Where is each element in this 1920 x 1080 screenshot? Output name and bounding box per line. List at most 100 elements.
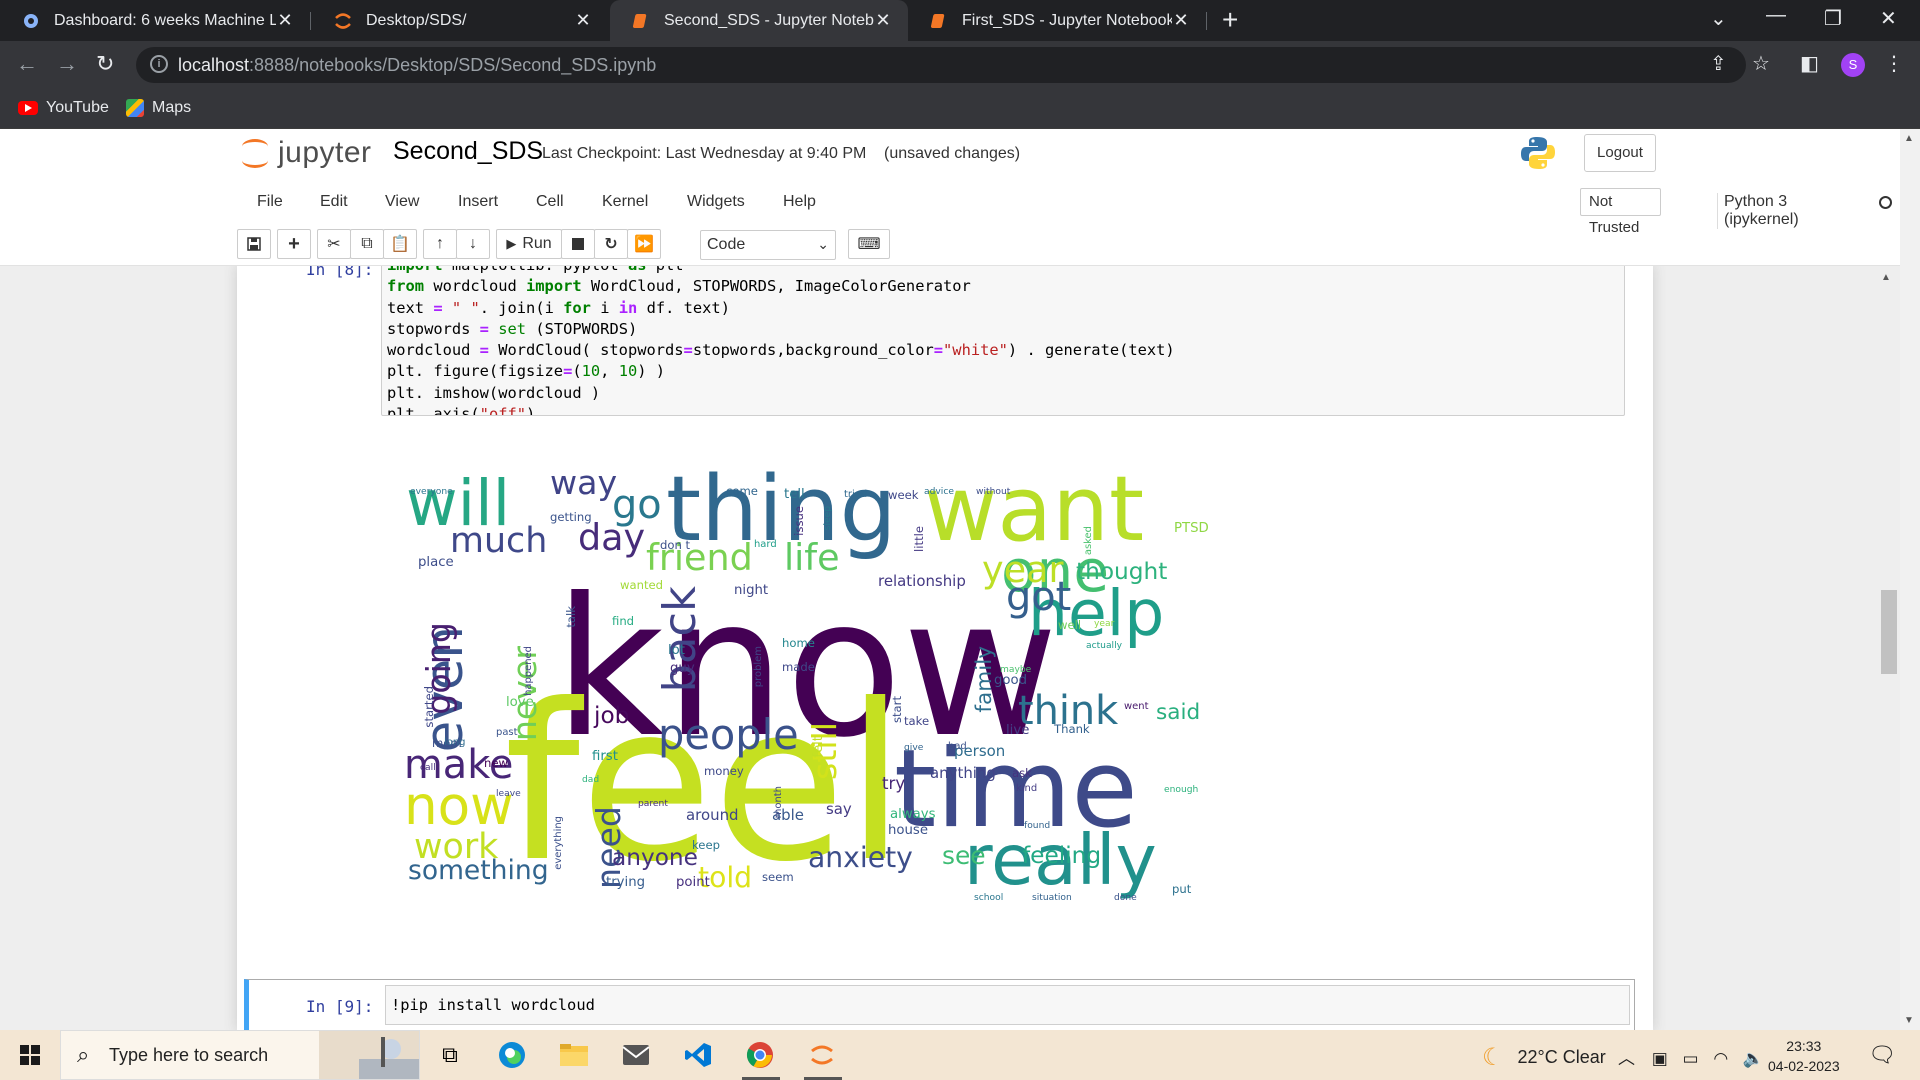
bookmark-youtube[interactable]: YouTube [18, 99, 109, 117]
code-editor[interactable]: !pip install wordcloud [386, 986, 1629, 1016]
info-icon[interactable]: i [150, 55, 168, 73]
insert-cell-plus-icon[interactable]: + [277, 229, 311, 259]
tab-desktop-sds[interactable]: Desktop/SDS/ ✕ [312, 0, 608, 41]
stop-square-icon[interactable] [561, 229, 595, 259]
wordcloud-word: bad [948, 741, 967, 752]
tab-title: Second_SDS - Jupyter Notebook [664, 11, 874, 29]
back-arrow-icon[interactable]: ← [16, 51, 38, 77]
reload-icon[interactable]: ↻ [96, 51, 114, 77]
wifi-icon[interactable]: ◠ [1713, 1049, 1728, 1068]
wordcloud-word: hard [754, 539, 777, 550]
menu-view[interactable]: View [385, 193, 419, 211]
cut-scissors-icon[interactable]: ✂ [317, 229, 351, 259]
scrollbar-thumb[interactable] [1881, 590, 1897, 674]
side-panel-icon[interactable]: ◧ [1800, 51, 1819, 76]
code-cell-selected[interactable]: In [9]: !pip install wordcloud [244, 979, 1635, 1033]
wordcloud-word: found [1024, 821, 1051, 831]
jupyter-app-icon[interactable] [806, 1040, 838, 1070]
not-trusted-indicator[interactable]: Not Trusted [1580, 188, 1661, 236]
code-cell-input[interactable]: !pip install wordcloud [385, 985, 1630, 1025]
menu-help[interactable]: Help [783, 193, 816, 211]
wordcloud-word: people [658, 710, 799, 759]
tab-title: Dashboard: 6 weeks Machine Lea [54, 11, 276, 29]
volume-icon[interactable]: 🔈 [1743, 1049, 1764, 1068]
taskbar-clock[interactable]: 23:33 04-02-2023 [1768, 1036, 1840, 1076]
code-line: plt. imshow(wordcloud ) [387, 383, 601, 402]
chrome-browser-icon[interactable] [744, 1040, 776, 1070]
profile-avatar[interactable]: S [1841, 53, 1865, 77]
fast-forward-icon[interactable]: ⏩ [627, 229, 661, 259]
jupyter-logo[interactable]: jupyter [240, 135, 372, 171]
new-tab-plus-icon[interactable]: + [1222, 4, 1238, 36]
wordcloud-word: start [890, 696, 904, 724]
scroll-up-arrow-icon[interactable]: ▲ [1904, 133, 1914, 144]
close-icon[interactable]: ✕ [1172, 10, 1190, 31]
move-down-arrow-icon[interactable]: ↓ [456, 229, 490, 259]
python-logo-icon [1521, 137, 1555, 169]
menu-cell[interactable]: Cell [536, 193, 564, 211]
restart-kernel-icon[interactable]: ↻ [594, 229, 628, 259]
url-text[interactable]: localhost:8888/notebooks/Desktop/SDS/Sec… [178, 55, 656, 76]
menu-kernel[interactable]: Kernel [602, 193, 648, 211]
close-icon[interactable]: ✕ [276, 10, 294, 31]
run-button[interactable]: ▶ Run [496, 229, 562, 259]
notebook-name[interactable]: Second_SDS [393, 137, 543, 166]
code-editor[interactable]: import matplotlib. pyplot as plt from wo… [382, 266, 1624, 415]
close-icon[interactable]: ✕ [574, 10, 592, 31]
menu-insert[interactable]: Insert [458, 193, 498, 211]
wordcloud-word: come [726, 484, 758, 498]
close-icon[interactable]: ✕ [874, 10, 892, 31]
address-bar[interactable]: i localhost:8888/notebooks/Desktop/SDS/S… [136, 47, 1746, 83]
menu-file[interactable]: File [257, 193, 283, 211]
copy-icon[interactable]: ⧉ [350, 229, 384, 259]
kernel-name[interactable]: Python 3 (ipykernel) [1717, 193, 1799, 229]
windows-start-icon[interactable] [20, 1045, 40, 1065]
tab-title: Desktop/SDS/ [366, 11, 467, 29]
wordcloud-word: keep [692, 838, 720, 852]
more-menu-icon[interactable]: ⋮ [1884, 51, 1904, 76]
paste-icon[interactable]: 📋 [383, 229, 417, 259]
weather-widget[interactable]: ☾ 22°C Clear [1482, 1043, 1606, 1072]
mail-envelope-icon[interactable] [620, 1040, 652, 1070]
device-icon[interactable]: ▣ [1652, 1049, 1668, 1068]
scroll-down-arrow-icon[interactable]: ▼ [1904, 1015, 1914, 1026]
wordcloud-word: guy [670, 661, 695, 676]
cell-type-select[interactable]: Code ⌄ [700, 230, 836, 260]
tab-dashboard[interactable]: Dashboard: 6 weeks Machine Lea ✕ [0, 0, 310, 41]
minimize-icon[interactable]: — [1766, 4, 1786, 27]
tab-second-sds[interactable]: Second_SDS - Jupyter Notebook ✕ [610, 0, 908, 41]
bookmark-maps[interactable]: Maps [126, 99, 191, 117]
edge-browser-icon[interactable] [496, 1040, 528, 1070]
wordcloud-word: anything [930, 764, 996, 782]
save-icon[interactable] [237, 229, 271, 259]
bookmark-star-icon[interactable]: ☆ [1752, 51, 1770, 76]
restore-icon[interactable]: ❐ [1824, 6, 1842, 31]
code-line: plt. figure(figsize=(10, 10) ) [387, 362, 666, 381]
menu-edit[interactable]: Edit [320, 193, 348, 211]
notification-icon[interactable]: 🗨 [1868, 1042, 1896, 1068]
tab-first-sds[interactable]: First_SDS - Jupyter Notebook ✕ [908, 0, 1206, 41]
taskbar-search-box[interactable]: ⌕ Type here to search [60, 1030, 420, 1080]
code-cell-input[interactable]: import matplotlib. pyplot as plt from wo… [381, 266, 1625, 416]
wordcloud-word: year [1094, 619, 1115, 629]
forward-arrow-icon[interactable]: → [56, 51, 78, 77]
move-up-arrow-icon[interactable]: ↑ [423, 229, 457, 259]
code-line: text = " ". join(i for i in df. text) [387, 298, 730, 317]
wordcloud-word: went [1124, 701, 1149, 712]
wordcloud-word: seem [762, 870, 794, 884]
wordcloud-word: call [420, 763, 436, 773]
tab-search-chevron-icon[interactable]: ⌄ [1710, 6, 1727, 31]
browser-tab-strip: Dashboard: 6 weeks Machine Lea ✕ Desktop… [0, 0, 1920, 41]
page-scrollbar[interactable]: ▲ ▼ [1900, 129, 1920, 1030]
share-icon[interactable]: ⇪ [1710, 51, 1727, 76]
menu-widgets[interactable]: Widgets [687, 193, 745, 211]
window-close-icon[interactable]: ✕ [1880, 6, 1897, 31]
vscode-icon[interactable] [682, 1040, 714, 1070]
command-palette-keyboard-icon[interactable]: ⌨ [848, 229, 890, 259]
file-explorer-folder-icon[interactable] [558, 1040, 590, 1070]
battery-icon[interactable]: ▭ [1683, 1049, 1699, 1068]
show-hidden-chevron-icon[interactable]: ︿ [1618, 1049, 1635, 1068]
scroll-up-arrow-icon[interactable]: ▲ [1881, 272, 1891, 283]
logout-button[interactable]: Logout [1584, 134, 1656, 172]
task-view-icon[interactable]: ⧉ [434, 1040, 466, 1070]
